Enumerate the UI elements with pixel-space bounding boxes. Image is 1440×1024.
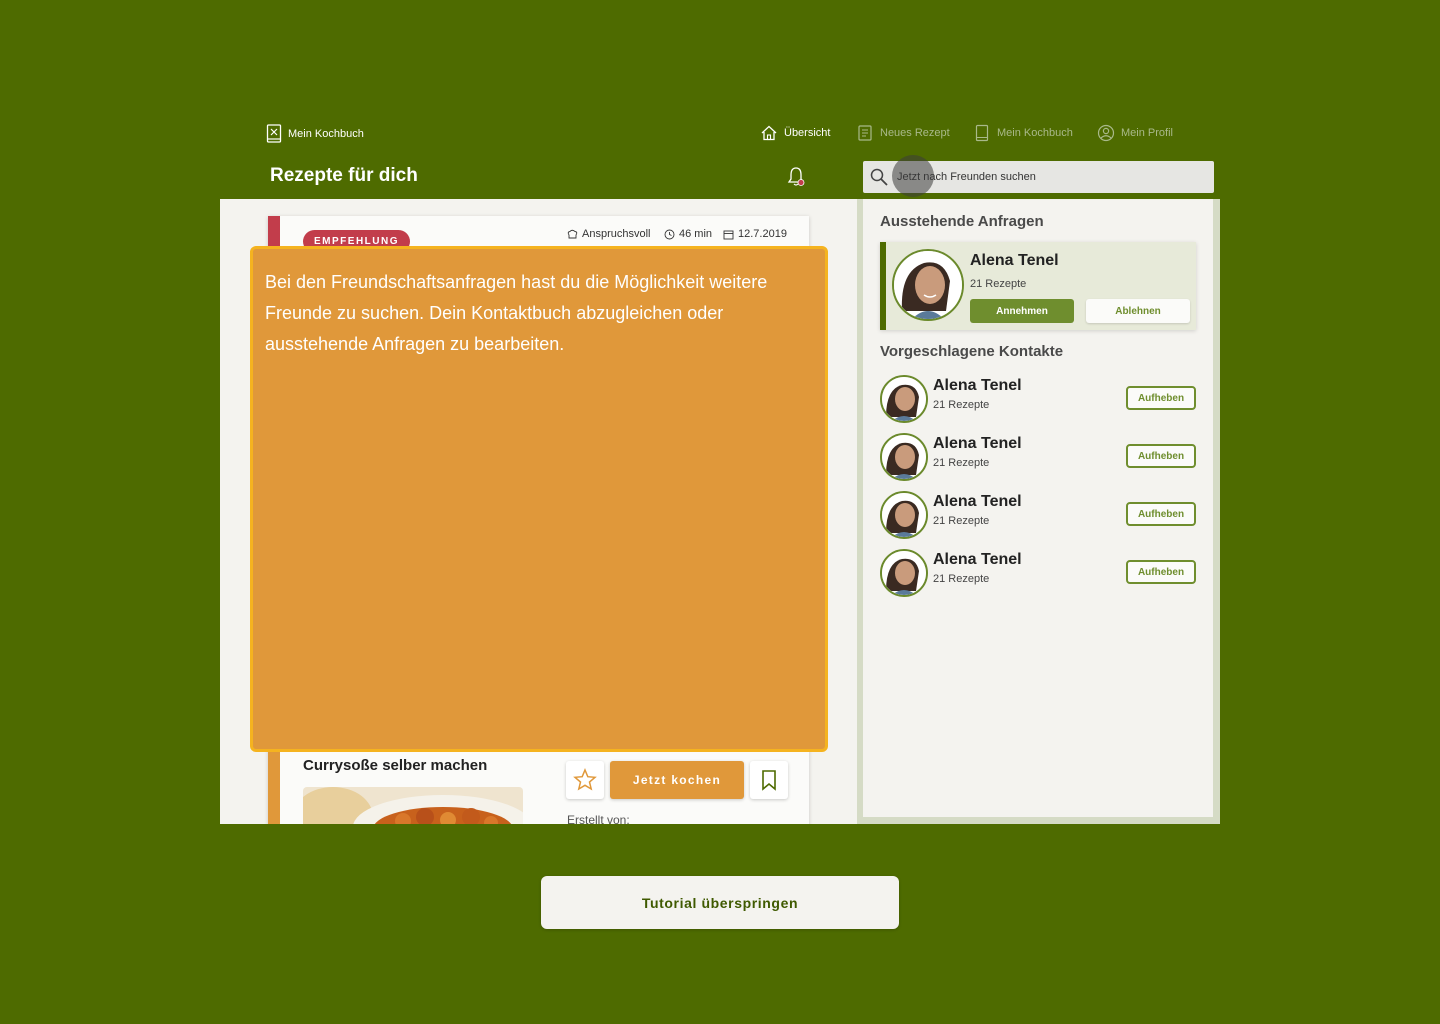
contact-recipe-count: 21 Rezepte: [933, 457, 990, 469]
search-icon: [870, 168, 888, 186]
nav-item-mein-kochbuch[interactable]: Mein Kochbuch: [973, 124, 1073, 142]
duration-meta: 46 min: [664, 228, 712, 240]
request-name: Alena Tenel: [970, 252, 1059, 269]
remove-suggestion-button[interactable]: Aufheben: [1126, 386, 1196, 410]
contact-item: Alena Tenel 21 Rezepte Aufheben: [880, 549, 1200, 597]
contact-item: Alena Tenel 21 Rezepte Aufheben: [880, 375, 1200, 423]
bookmark-button[interactable]: [750, 761, 788, 799]
notification-bell-icon[interactable]: [786, 166, 806, 188]
skip-tutorial-button[interactable]: Tutorial überspringen: [541, 876, 899, 929]
pending-requests-title: Ausstehende Anfragen: [880, 213, 1044, 230]
friend-request-card: Alena Tenel 21 Rezepte Annehmen Ablehnen: [880, 242, 1196, 330]
nav-label: Mein Kochbuch: [997, 127, 1073, 139]
nav-label: Mein Profil: [1121, 127, 1173, 139]
friends-panel: Ausstehende Anfragen Alena Tenel 21 Reze…: [857, 199, 1220, 824]
contact-name: Alena Tenel: [933, 435, 1022, 452]
request-recipe-count: 21 Rezepte: [970, 278, 1027, 290]
cookbook-icon: [975, 124, 989, 142]
nav-item-mein-profil[interactable]: Mein Profil: [1097, 124, 1173, 142]
recipe-title[interactable]: Currysoße selber machen: [303, 757, 487, 774]
date-label: 12.7.2019: [738, 228, 787, 240]
duration-label: 46 min: [679, 228, 713, 240]
search-input[interactable]: [895, 170, 1199, 184]
remove-suggestion-button[interactable]: Aufheben: [1126, 502, 1196, 526]
created-by-label: Erstellt von:: [567, 813, 630, 824]
contact-recipe-count: 21 Rezepte: [933, 573, 990, 585]
bookmark-icon: [762, 770, 776, 791]
calendar-icon: [723, 230, 734, 239]
clock-icon: [664, 229, 675, 239]
nav-label: Übersicht: [784, 127, 831, 139]
contact-recipe-count: 21 Rezepte: [933, 515, 990, 527]
contact-name: Alena Tenel: [933, 551, 1022, 568]
brand-label: Mein Kochbuch: [288, 128, 364, 140]
nav-item-uebersicht[interactable]: Übersicht: [760, 124, 830, 142]
contact-name: Alena Tenel: [933, 493, 1022, 510]
card-stripe: [268, 216, 280, 246]
date-meta: 12.7.2019: [723, 228, 787, 240]
card-stripe: [268, 752, 280, 824]
avatar[interactable]: [880, 375, 928, 423]
new-recipe-icon: [858, 125, 872, 141]
profile-icon: [1097, 124, 1115, 142]
page-title: Rezepte für dich: [270, 165, 418, 186]
friends-panel-inner: Ausstehende Anfragen Alena Tenel 21 Reze…: [863, 199, 1213, 817]
tutorial-tooltip: Bei den Freundschaftsanfragen hast du di…: [250, 246, 828, 752]
accept-button[interactable]: Annehmen: [970, 299, 1074, 323]
difficulty-meta: Anspruchsvoll: [567, 228, 650, 240]
avatar[interactable]: [880, 433, 928, 481]
favorite-button[interactable]: [566, 761, 604, 799]
card-stripe: [880, 242, 886, 330]
cook-now-button[interactable]: Jetzt kochen: [610, 761, 744, 799]
contact-item: Alena Tenel 21 Rezepte Aufheben: [880, 433, 1200, 481]
avatar[interactable]: [880, 491, 928, 539]
avatar[interactable]: [892, 249, 964, 321]
contact-item: Alena Tenel 21 Rezepte Aufheben: [880, 491, 1200, 539]
brand[interactable]: Mein Kochbuch: [266, 124, 364, 144]
recipe-image[interactable]: [303, 787, 523, 824]
difficulty-label: Anspruchsvoll: [582, 228, 651, 240]
remove-suggestion-button[interactable]: Aufheben: [1126, 444, 1196, 468]
contact-recipe-count: 21 Rezepte: [933, 399, 990, 411]
star-icon: [573, 768, 597, 791]
tutorial-pointer: [892, 155, 934, 197]
contact-name: Alena Tenel: [933, 377, 1022, 394]
avatar[interactable]: [880, 549, 928, 597]
tooltip-text: Bei den Freundschaftsanfragen hast du di…: [265, 272, 768, 354]
cookbook-icon: [266, 124, 282, 143]
nav-item-neues-rezept[interactable]: Neues Rezept: [856, 124, 950, 142]
nav-label: Neues Rezept: [880, 127, 950, 139]
suggested-contacts-title: Vorgeschlagene Kontakte: [880, 343, 1064, 360]
home-icon: [761, 125, 777, 141]
chef-hat-icon: [567, 229, 578, 238]
remove-suggestion-button[interactable]: Aufheben: [1126, 560, 1196, 584]
decline-button[interactable]: Ablehnen: [1086, 299, 1190, 323]
